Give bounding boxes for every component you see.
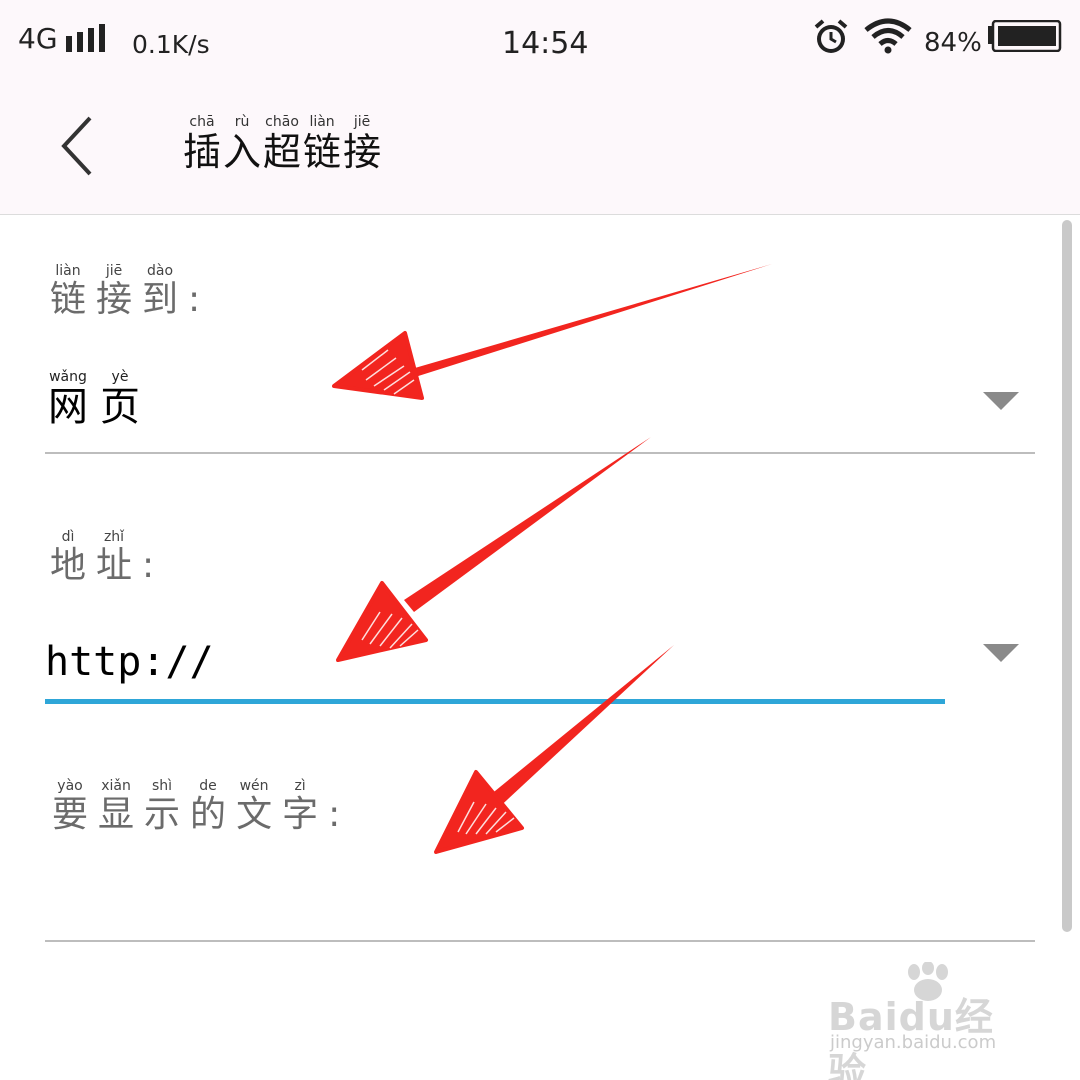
- pinyin: dào: [147, 263, 174, 279]
- annotation-arrow-1: [332, 264, 772, 400]
- back-icon[interactable]: [52, 114, 104, 178]
- label-colon: :: [328, 794, 341, 835]
- hanzi: 到: [142, 279, 179, 320]
- hanzi: 链: [50, 279, 87, 320]
- pinyin: zì: [294, 778, 306, 794]
- status-bar: 4G 0.1K/s 14:54 84%: [0, 0, 1080, 80]
- clock: 14:54: [502, 26, 589, 61]
- address-label: dì 地 zhǐ 址:: [50, 530, 154, 584]
- address-label-char: zhǐ 址: [96, 530, 132, 584]
- display-text-label-char: de 的: [190, 779, 226, 833]
- address-dropdown-arrow[interactable]: [983, 644, 1019, 662]
- label-colon: :: [188, 279, 201, 320]
- link-to-dropdown-arrow[interactable]: [983, 392, 1019, 410]
- pinyin: zhǐ: [103, 529, 125, 545]
- hanzi: 页: [100, 384, 140, 430]
- pinyin: liàn: [309, 114, 335, 130]
- pinyin: rù: [234, 114, 250, 130]
- hanzi: 接: [343, 130, 382, 174]
- pinyin: jiē: [105, 263, 123, 279]
- link-to-underline: [45, 452, 1035, 454]
- hanzi: 地: [50, 545, 87, 586]
- pinyin: de: [199, 778, 217, 794]
- title-char: rù 入: [223, 115, 261, 171]
- display-text-label: yào 要 xiǎn 显 shì 示 de 的 wén 文 zì 字:: [52, 779, 340, 833]
- display-text-underline: [45, 940, 1035, 942]
- hanzi: 显: [98, 794, 135, 835]
- pinyin: yè: [111, 369, 129, 385]
- hanzi: 链: [303, 130, 342, 174]
- app-header: chā 插 rù 入 chāo 超 liàn 链 jiē 接: [0, 80, 1080, 215]
- hanzi: 址: [96, 545, 133, 586]
- address-underline: [45, 699, 945, 704]
- baidu-watermark: Baidu经验 jingyan.baidu.com: [828, 962, 1028, 1080]
- link-to-label-char: liàn 链: [50, 264, 86, 318]
- title-char: chā 插: [183, 115, 221, 171]
- wifi-icon: [864, 18, 912, 54]
- link-to-label-char: jiē 接: [96, 264, 132, 318]
- scrollbar[interactable]: [1062, 220, 1072, 932]
- hanzi: 超: [263, 130, 302, 174]
- pinyin: yào: [57, 778, 83, 794]
- annotation-arrow-2: [336, 437, 651, 662]
- battery-icon: [988, 20, 1062, 52]
- link-to-label-char: dào 到: [142, 264, 178, 318]
- link-to-value-char: wǎng 网: [48, 370, 88, 427]
- title-char: jiē 接: [343, 115, 381, 171]
- address-label-char: dì 地: [50, 530, 86, 584]
- display-text-label-char: yào 要: [52, 779, 88, 833]
- display-text-label-char: wén 文: [236, 779, 272, 833]
- title-char: liàn 链: [303, 115, 341, 171]
- battery-percent: 84%: [924, 28, 982, 58]
- pinyin: chāo: [265, 114, 299, 130]
- network-type: 4G: [18, 22, 58, 55]
- page-title: chā 插 rù 入 chāo 超 liàn 链 jiē 接: [183, 115, 383, 171]
- display-text-input[interactable]: [45, 860, 1035, 930]
- signal-icon: [66, 24, 105, 52]
- hanzi: 插: [183, 130, 222, 174]
- watermark-url: jingyan.baidu.com: [830, 1032, 997, 1053]
- title-char: chāo 超: [263, 115, 301, 171]
- hanzi: 字: [282, 794, 319, 835]
- pinyin: dì: [61, 529, 75, 545]
- pinyin: jiē: [353, 114, 371, 130]
- pinyin: wén: [239, 778, 269, 794]
- address-input[interactable]: [45, 632, 945, 692]
- hanzi: 文: [236, 794, 273, 835]
- alarm-icon: [814, 19, 848, 53]
- hanzi: 的: [190, 794, 227, 835]
- display-text-label-char: zì 字: [282, 779, 318, 833]
- link-to-select[interactable]: wǎng 网 yè 页: [48, 370, 152, 427]
- display-text-label-char: xiǎn 显: [98, 779, 134, 833]
- pinyin: wǎng: [49, 369, 87, 385]
- hanzi: 网: [48, 384, 88, 430]
- hanzi: 要: [52, 794, 89, 835]
- link-to-label: liàn 链 jiē 接 dào 到:: [50, 264, 200, 318]
- display-text-label-char: shì 示: [144, 779, 180, 833]
- pinyin: shì: [152, 778, 173, 794]
- pinyin: chā: [189, 114, 215, 130]
- hanzi: 示: [144, 794, 181, 835]
- pinyin: liàn: [55, 263, 81, 279]
- hanzi: 入: [223, 130, 262, 174]
- link-to-value-char: yè 页: [100, 370, 140, 427]
- pinyin: xiǎn: [101, 778, 131, 794]
- hanzi: 接: [96, 279, 133, 320]
- label-colon: :: [142, 545, 155, 586]
- network-speed: 0.1K/s: [132, 30, 210, 59]
